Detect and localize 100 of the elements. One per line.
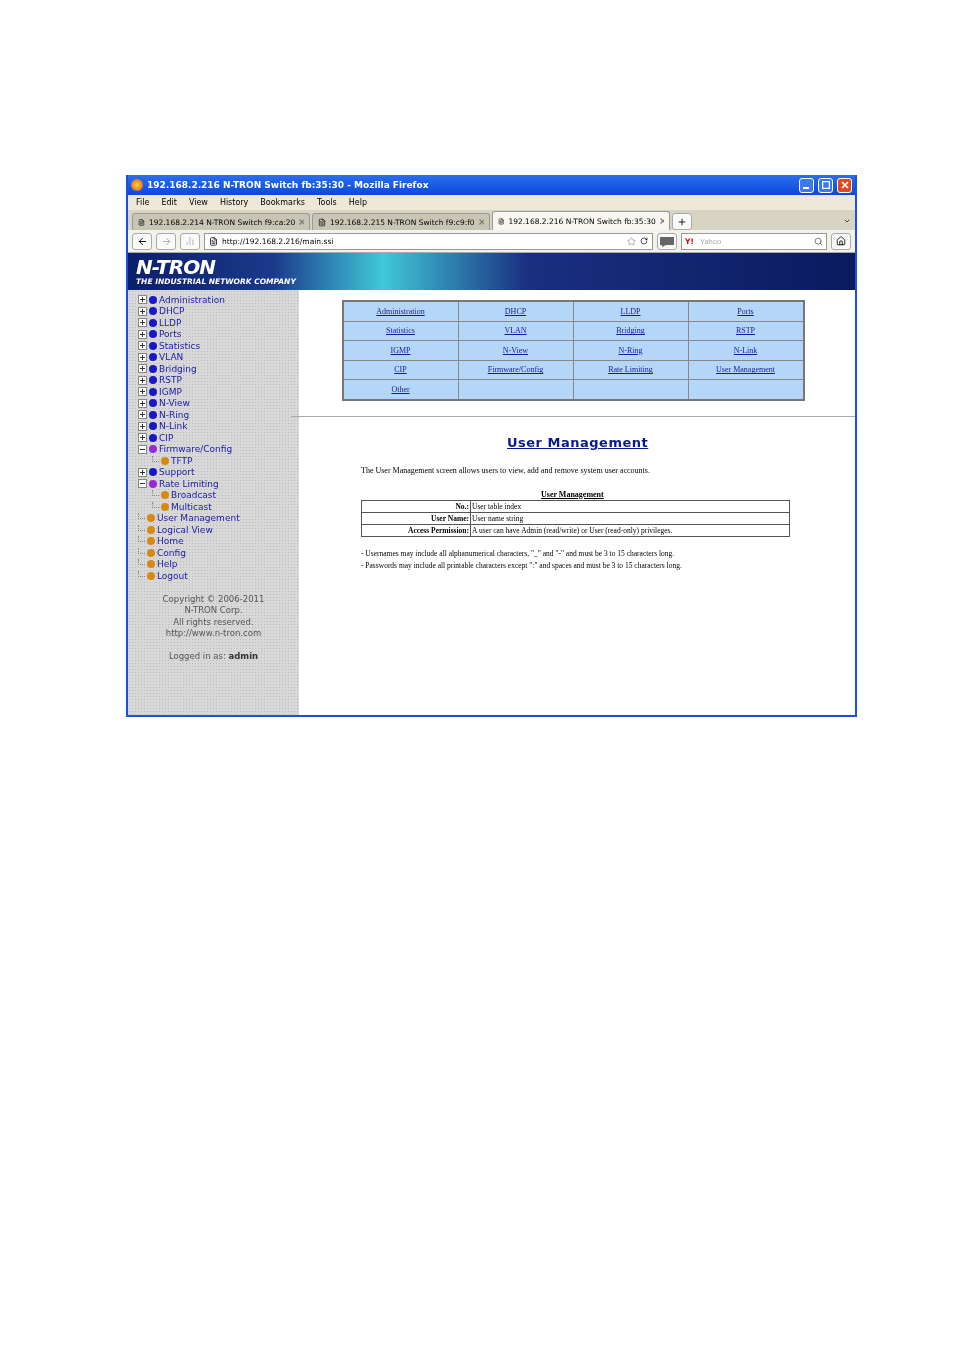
node-bullet-icon (149, 445, 157, 454)
nav-link[interactable]: Ports (737, 306, 754, 316)
menu-item[interactable]: Bookmarks (260, 198, 306, 207)
expand-toggle-icon[interactable] (138, 398, 147, 408)
sidebar-item[interactable]: Broadcast (171, 490, 217, 501)
sidebar-item[interactable]: Bridging (159, 363, 197, 374)
menu-item[interactable]: View (188, 198, 208, 207)
sidebar-item[interactable]: N-View (159, 398, 190, 409)
close-icon[interactable] (478, 219, 484, 225)
nav-link[interactable]: CIP (394, 365, 407, 375)
sidebar-item[interactable]: Support (159, 467, 195, 478)
expand-toggle-icon[interactable] (138, 329, 147, 339)
nav-link[interactable]: IGMP (390, 345, 411, 355)
nav-link[interactable]: Bridging (616, 326, 645, 336)
node-bullet-icon (147, 525, 155, 534)
nav-link[interactable]: N-View (502, 345, 529, 355)
sidebar-item[interactable]: DHCP (159, 306, 185, 317)
speech-bubble-button[interactable] (657, 232, 677, 250)
sidebar-item[interactable]: IGMP (159, 386, 182, 397)
collapse-toggle-icon[interactable] (138, 479, 147, 489)
nav-link[interactable]: LLDP (620, 306, 641, 316)
nav-link[interactable]: Administration (376, 306, 425, 316)
nav-link[interactable]: N-Ring (618, 345, 643, 355)
node-bullet-icon (149, 318, 157, 327)
node-bullet-icon (149, 376, 157, 385)
minimize-button[interactable] (799, 177, 814, 193)
sidebar-item[interactable]: CIP (159, 432, 174, 443)
expand-toggle-icon[interactable] (138, 375, 147, 385)
sidebar-item[interactable]: Statistics (159, 340, 201, 351)
sidebar-item[interactable]: Rate Limiting (159, 478, 219, 489)
expand-toggle-icon[interactable] (138, 341, 147, 351)
menu-item[interactable]: History (219, 198, 249, 207)
expand-toggle-icon[interactable] (138, 433, 147, 443)
page-heading: User Management (507, 434, 650, 450)
expand-toggle-icon[interactable] (138, 387, 147, 397)
nav-link[interactable]: Statistics (386, 326, 415, 336)
close-icon[interactable] (659, 218, 664, 224)
sidebar-item[interactable]: Logical View (157, 524, 213, 535)
close-icon (840, 181, 849, 189)
sidebar-item[interactable]: User Management (157, 513, 240, 524)
node-bullet-icon (147, 537, 155, 546)
node-bullet-icon (149, 410, 157, 419)
sidebar-item[interactable]: Config (157, 547, 186, 558)
sidebar-item[interactable]: Help (157, 559, 178, 570)
nav-link[interactable]: Other (391, 384, 410, 394)
forward-icon (160, 235, 172, 247)
copyright-text: N-TRON Corp. (184, 605, 243, 617)
home-icon (836, 236, 846, 246)
page-icon (138, 217, 145, 227)
sidebar-item[interactable]: Home (157, 536, 184, 547)
search-icon[interactable] (814, 236, 823, 246)
sidebar-item[interactable]: Ports (159, 329, 182, 340)
window-title: 192.168.2.216 N-TRON Switch fb:35:30 - Mozilla Firefox (147, 180, 430, 190)
menu-item[interactable]: Help (348, 198, 367, 207)
expand-toggle-icon[interactable] (138, 421, 147, 431)
intro-text: The User Management screen allows users to view, add and remove system user accounts. (361, 465, 651, 475)
expand-toggle-icon[interactable] (138, 410, 147, 420)
sidebar-item[interactable]: Firmware/Config (159, 444, 233, 455)
nav-link[interactable]: VLAN (504, 326, 527, 336)
back-button[interactable] (132, 232, 152, 250)
sidebar-item[interactable]: Administration (159, 294, 225, 305)
node-bullet-icon (149, 353, 157, 362)
reload-icon[interactable] (640, 237, 648, 245)
nav-link[interactable]: DHCP (504, 306, 527, 316)
expand-toggle-icon[interactable] (138, 295, 147, 305)
sidebar-item[interactable]: VLAN (159, 352, 184, 363)
speech-bubble-icon (660, 235, 674, 247)
maximize-button[interactable] (818, 177, 833, 193)
sidebar-item[interactable]: Multicast (171, 501, 212, 512)
nav-link[interactable]: N-Link (733, 345, 758, 355)
sidebar-item[interactable]: N-Link (159, 421, 188, 432)
node-bullet-icon (161, 491, 169, 500)
menu-item[interactable]: Edit (161, 198, 177, 207)
nav-link[interactable]: User Management (716, 365, 775, 375)
expand-toggle-icon[interactable] (138, 318, 147, 328)
home-button[interactable] (831, 232, 851, 250)
node-bullet-icon (149, 433, 157, 442)
sidebar-item[interactable]: RSTP (159, 375, 182, 386)
sidebar-item[interactable]: Logout (157, 570, 188, 581)
close-button[interactable] (837, 177, 852, 193)
menu-item[interactable]: Tools (317, 198, 337, 207)
expand-toggle-icon[interactable] (138, 364, 147, 374)
sidebar-item[interactable]: TFTP (171, 455, 193, 466)
new-tab-button[interactable] (672, 213, 692, 230)
node-bullet-icon (149, 341, 157, 350)
nav-link[interactable]: RSTP (735, 326, 756, 336)
login-status: Logged in as: admin (168, 650, 259, 661)
close-icon[interactable] (299, 219, 304, 225)
expand-toggle-icon[interactable] (138, 352, 147, 362)
sidebar-item[interactable]: N-Ring (159, 409, 190, 420)
bar-chart-icon (185, 236, 195, 246)
expand-toggle-icon[interactable] (138, 306, 147, 316)
nav-link[interactable]: Firmware/Config (487, 365, 544, 375)
sidebar-item[interactable]: LLDP (159, 317, 182, 328)
collapse-toggle-icon[interactable] (138, 444, 147, 454)
expand-toggle-icon[interactable] (138, 467, 147, 477)
menu-item[interactable]: File (136, 198, 150, 207)
bookmark-star-icon[interactable] (627, 236, 636, 246)
tab-list-icon[interactable] (843, 217, 851, 225)
nav-link[interactable]: Rate Limiting (608, 365, 653, 375)
